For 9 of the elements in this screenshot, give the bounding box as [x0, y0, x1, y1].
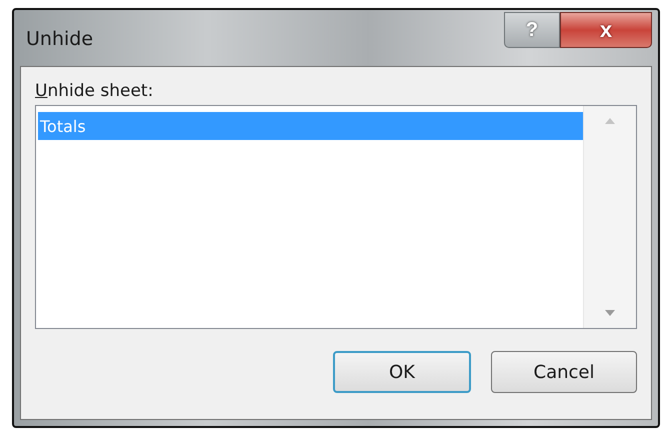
sheet-item[interactable]: Totals [38, 112, 583, 140]
ok-button[interactable]: OK [333, 351, 471, 393]
sheet-list[interactable]: Totals [35, 105, 637, 329]
scroll-up-icon[interactable] [605, 118, 615, 124]
window-title: Unhide [26, 28, 94, 50]
list-label: Unhide sheet: [35, 81, 154, 101]
cancel-button[interactable]: Cancel [491, 351, 637, 393]
close-button[interactable]: x [560, 12, 652, 48]
scroll-down-icon[interactable] [605, 310, 615, 316]
